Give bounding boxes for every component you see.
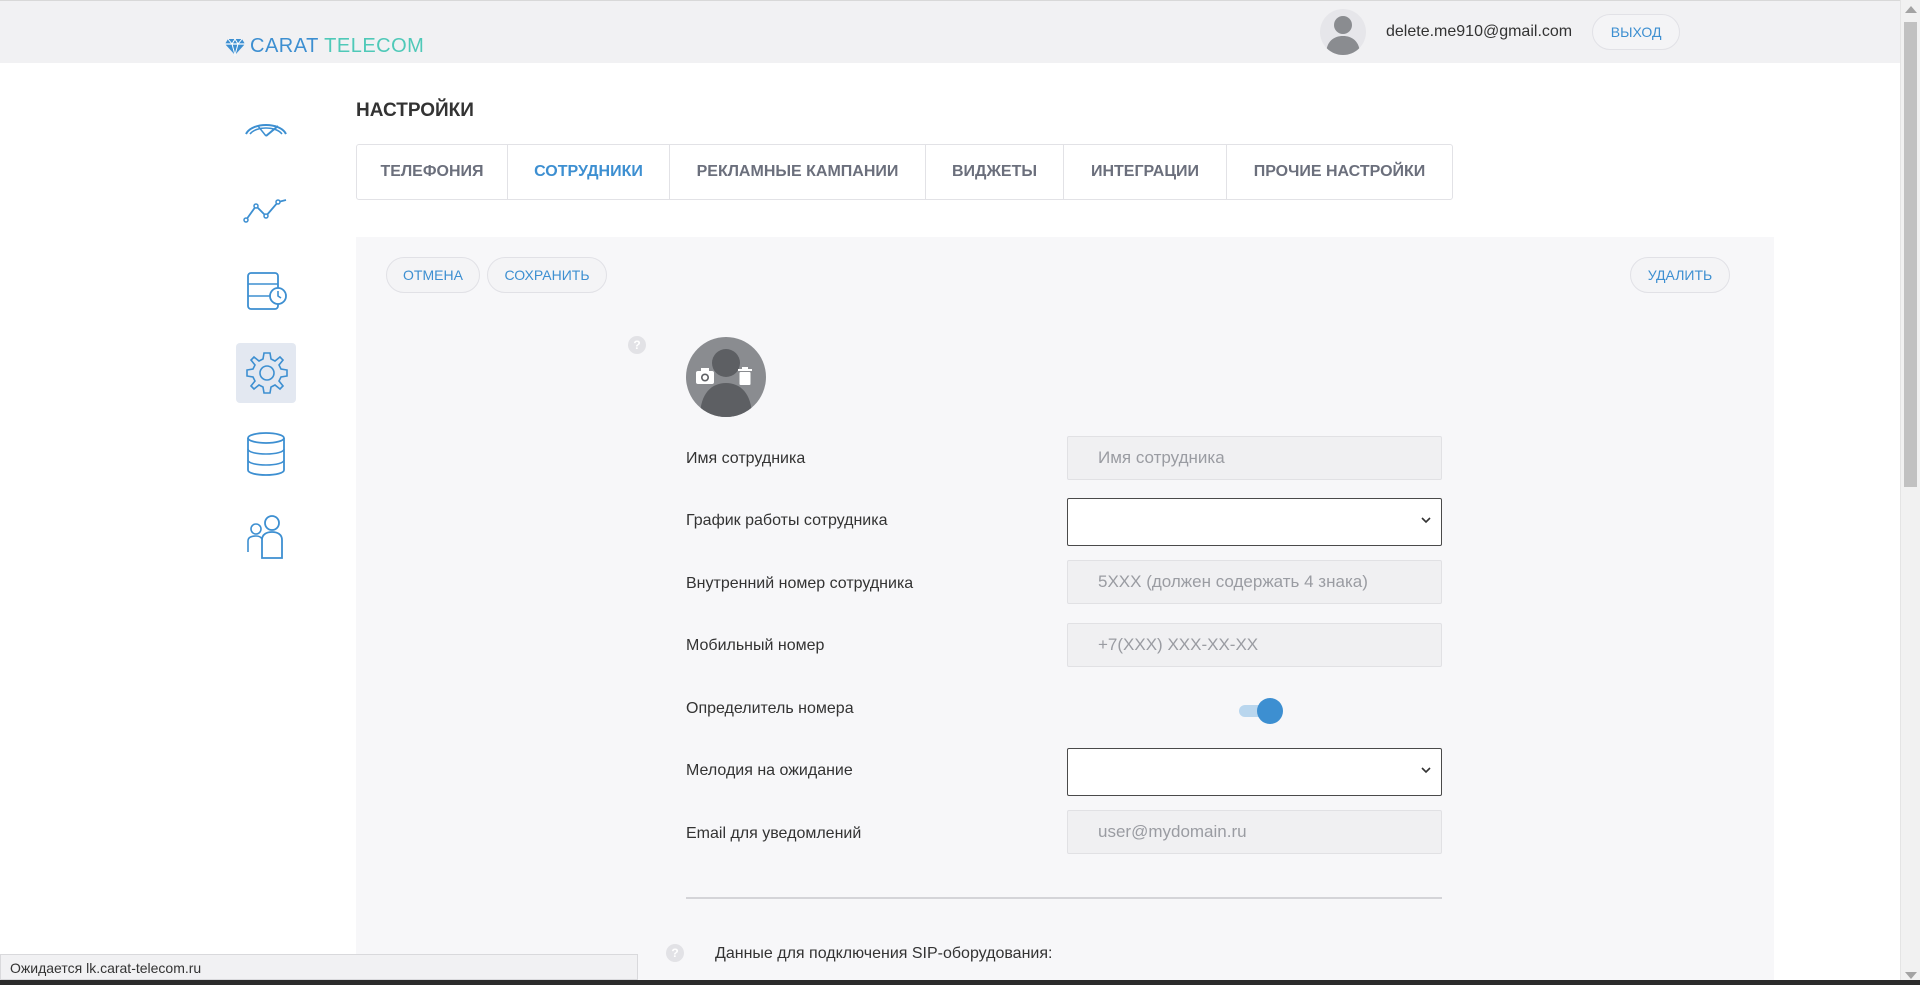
caller-id-toggle[interactable]: [1237, 697, 1285, 724]
chevron-down-icon: [1421, 767, 1431, 774]
trash-icon[interactable]: [737, 367, 753, 385]
sidebar-item-database[interactable]: [236, 424, 296, 484]
sip-section-label: Данные для подключения SIP-оборудования:: [715, 945, 1053, 962]
sidebar-item-settings[interactable]: [236, 343, 296, 403]
tab-telephony[interactable]: ТЕЛЕФОНИЯ: [357, 145, 508, 199]
window-bottom-border: [0, 980, 1920, 985]
user-email: delete.me910@gmail.com: [1386, 23, 1573, 40]
employee-name-input[interactable]: [1067, 436, 1442, 480]
work-schedule-label: График работы сотрудника: [686, 512, 888, 529]
logo-text: CARAT TELECOM: [250, 35, 424, 58]
sidebar-item-employees[interactable]: [236, 506, 296, 566]
sidebar-item-dashboard[interactable]: [236, 97, 296, 157]
cancel-button[interactable]: ОТМЕНА: [386, 257, 480, 293]
avatar[interactable]: [1320, 9, 1366, 55]
notification-email-input[interactable]: [1067, 810, 1442, 854]
help-icon[interactable]: ?: [628, 336, 646, 354]
camera-icon[interactable]: [695, 367, 715, 385]
divider: [686, 897, 1442, 899]
scroll-up-arrow-icon[interactable]: [1905, 6, 1917, 13]
logo-carat: CARAT: [250, 35, 319, 57]
toggle-knob: [1257, 698, 1283, 724]
gear-icon: [246, 352, 288, 394]
tab-integrations[interactable]: ИНТЕГРАЦИИ: [1064, 145, 1227, 199]
users-icon: [247, 515, 283, 559]
diamond-icon: [225, 37, 245, 56]
tab-ad-campaigns[interactable]: РЕКЛАМНЫЕ КАМПАНИИ: [670, 145, 926, 199]
logout-button[interactable]: ВЫХОД: [1592, 14, 1681, 50]
sip-help-icon[interactable]: ?: [666, 944, 684, 962]
logo-telecom: TELECOM: [324, 35, 425, 57]
scrollbar[interactable]: [1900, 0, 1920, 985]
tab-widgets[interactable]: ВИДЖЕТЫ: [926, 145, 1064, 199]
chevron-down-icon: [1421, 517, 1431, 524]
save-button[interactable]: СОХРАНИТЬ: [487, 257, 607, 293]
scroll-down-arrow-icon[interactable]: [1905, 972, 1917, 979]
delete-button[interactable]: УДАЛИТЬ: [1630, 257, 1730, 293]
database-icon: [247, 432, 285, 476]
tab-employees[interactable]: СОТРУДНИКИ: [508, 145, 670, 199]
browser-status-bar: Ожидается lk.carat-telecom.ru: [0, 954, 638, 980]
mobile-number-input[interactable]: [1067, 623, 1442, 667]
hold-music-label: Мелодия на ожидание: [686, 762, 853, 779]
employee-avatar: [686, 337, 766, 417]
user-area: delete.me910@gmail.com ВЫХОД: [1320, 9, 1681, 55]
sidebar-item-call-history[interactable]: [236, 261, 296, 321]
extension-input[interactable]: [1067, 560, 1442, 604]
caller-id-label: Определитель номера: [686, 700, 854, 717]
employee-name-label: Имя сотрудника: [686, 450, 806, 467]
page-title: НАСТРОЙКИ: [356, 100, 474, 121]
settings-tabs: ТЕЛЕФОНИЯ СОТРУДНИКИ РЕКЛАМНЫЕ КАМПАНИИ …: [356, 144, 1453, 200]
top-bar: CARAT TELECOM delete.me910@gmail.com ВЫХ…: [0, 0, 1900, 63]
tab-other-settings[interactable]: ПРОЧИЕ НАСТРОЙКИ: [1227, 145, 1452, 199]
extension-label: Внутренний номер сотрудника: [686, 575, 914, 592]
mobile-number-label: Мобильный номер: [686, 637, 825, 654]
user-silhouette-icon: [1326, 16, 1360, 55]
sidebar-item-analytics[interactable]: [236, 179, 296, 239]
calendar-clock-icon: [247, 272, 287, 310]
notification-email-label: Email для уведомлений: [686, 825, 862, 842]
scroll-thumb[interactable]: [1904, 22, 1917, 487]
line-chart-icon: [243, 199, 287, 223]
logo[interactable]: CARAT TELECOM: [224, 35, 424, 58]
work-schedule-select[interactable]: [1067, 498, 1442, 546]
employee-form-panel: ОТМЕНА СОХРАНИТЬ УДАЛИТЬ ? Имя сотрудник…: [356, 237, 1774, 985]
hold-music-select[interactable]: [1067, 748, 1442, 796]
gauge-icon: [245, 124, 287, 137]
